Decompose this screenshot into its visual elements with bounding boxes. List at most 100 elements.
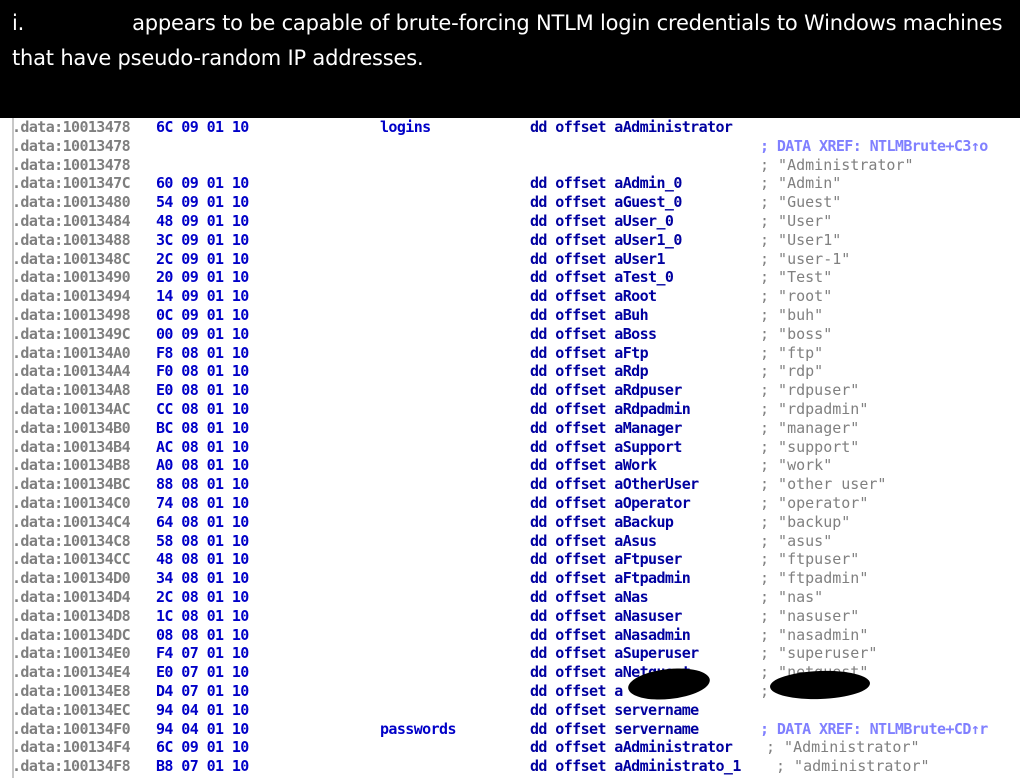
- row-comment: ; "nas": [760, 588, 824, 606]
- row-instruction[interactable]: dd offset aRoot: [530, 287, 657, 306]
- row-bytes: 6C 09 01 10: [156, 118, 249, 136]
- listing-row[interactable]: .data:100134B0 BC 08 01 10 dd offset aMana…: [0, 419, 1020, 438]
- listing-row[interactable]: .data:100134B4 AC 08 01 10 dd offset aSupp…: [0, 438, 1020, 457]
- listing-row[interactable]: .data:100134F8 B8 07 01 10 dd offset aAdmi…: [0, 757, 1020, 776]
- row-comment: ; "root": [760, 287, 833, 306]
- row-instruction[interactable]: dd offset aGuest_0: [530, 193, 682, 212]
- row-instruction[interactable]: dd offset aBoss: [530, 325, 657, 344]
- row-bytes: F4 07 01 10: [156, 644, 249, 663]
- row-bytes: 6C 09 01 10: [156, 738, 249, 757]
- listing-row[interactable]: .data:10013488 3C 09 01 10 dd offset aUser…: [0, 231, 1020, 250]
- row-instruction[interactable]: dd offset aOperator: [530, 494, 691, 513]
- listing-row[interactable]: .data:100134D8 1C 08 01 10 dd offset aNasu…: [0, 607, 1020, 626]
- row-bytes: 48 09 01 10: [156, 212, 249, 230]
- row-instruction[interactable]: dd offset aManager: [530, 419, 682, 438]
- row-instruction[interactable]: dd offset aAdmin_0: [530, 174, 682, 193]
- row-bytes: BC 08 01 10: [156, 418, 249, 437]
- listing-row[interactable]: .data:10013490 20 09 01 10 dd offset aTest…: [0, 268, 1020, 287]
- listing-row[interactable]: .data:10013494 14 09 01 10 dd offset aRoot…: [0, 287, 1020, 306]
- listing-row[interactable]: .data:100134DC 08 08 01 10 dd offset aNasa…: [0, 626, 1020, 645]
- row-instruction[interactable]: dd offset servername: [530, 720, 699, 739]
- row-address: .data:100134E8: [12, 682, 131, 700]
- row-label[interactable]: passwords: [380, 720, 456, 739]
- row-instruction[interactable]: dd offset aAdministrato_1: [530, 757, 741, 776]
- row-comment: ; "administrator": [776, 757, 930, 776]
- row-instruction[interactable]: dd offset a: [530, 682, 623, 701]
- listing-row[interactable]: .data:100134CC 48 08 01 10 dd offset aFtpu…: [0, 550, 1020, 569]
- row-instruction[interactable]: dd offset aRdpadmin: [530, 400, 691, 419]
- listing-row[interactable]: .data:1001349C 00 09 01 10 dd offset aBoss…: [0, 325, 1020, 344]
- row-instruction[interactable]: dd offset aAsus: [530, 532, 657, 551]
- listing-row[interactable]: .data:100134F4 6C 09 01 10 dd offset aAdmi…: [0, 738, 1020, 757]
- listing-row[interactable]: .data:10013498 0C 09 01 10 dd offset aBuh;…: [0, 306, 1020, 325]
- listing-row[interactable]: .data:1001347C 60 09 01 10 dd offset aAdmi…: [0, 174, 1020, 193]
- listing-row[interactable]: .data:100134D0 34 08 01 10 dd offset aFtpa…: [0, 569, 1020, 588]
- listing-row[interactable]: .data:100134C8 58 08 01 10 dd offset aAsus…: [0, 532, 1020, 551]
- row-instruction[interactable]: dd offset aFtp: [530, 344, 649, 363]
- row-instruction[interactable]: dd offset aFtpadmin: [530, 569, 691, 588]
- row-bytes: B8 07 01 10: [156, 757, 249, 776]
- row-bytes: CC 08 01 10: [156, 400, 249, 418]
- row-instruction[interactable]: dd offset aBuh: [530, 306, 649, 325]
- row-address: .data:10013478: [12, 118, 131, 136]
- row-instruction[interactable]: dd offset aUser1_0: [530, 231, 682, 250]
- listing-row[interactable]: .data:100134F0 94 04 01 10 passwords dd off…: [0, 720, 1020, 739]
- row-instruction[interactable]: dd offset aSuperuser: [530, 644, 699, 663]
- row-bytes: 3C 09 01 10: [156, 230, 249, 249]
- row-address: .data:100134C4: [12, 512, 131, 531]
- row-comment: ; "ftpuser": [760, 550, 860, 569]
- listing-row[interactable]: .data:1001348C 2C 09 01 10 dd offset aUser…: [0, 250, 1020, 269]
- row-instruction[interactable]: dd offset aSupport: [530, 438, 682, 457]
- row-address: .data:100134C0: [12, 494, 131, 512]
- row-instruction[interactable]: dd offset aBackup: [530, 513, 674, 532]
- listing-row[interactable]: .data:100134E0 F4 07 01 10 dd offset aSupe…: [0, 644, 1020, 663]
- row-address: .data:100134B4: [12, 437, 131, 456]
- row-address: .data:100134A4: [12, 362, 131, 381]
- caption-text: i. appears to be capable of brute-forcing…: [12, 6, 1012, 76]
- row-address: .data:100134CC: [12, 550, 131, 569]
- row-address: .data:10013490: [12, 268, 131, 287]
- row-instruction[interactable]: dd offset aTest_0: [530, 268, 674, 287]
- listing-row[interactable]: .data:100134AC CC 08 01 10 dd offset aRdpa…: [0, 400, 1020, 419]
- row-address: .data:10013484: [12, 212, 131, 230]
- listing-row[interactable]: .data:10013484 48 09 01 10 dd offset aUser…: [0, 212, 1020, 231]
- listing-row[interactable]: .data:100134D4 2C 08 01 10 dd offset aNas;…: [0, 588, 1020, 607]
- listing-row[interactable]: .data:10013480 54 09 01 10 dd offset aGues…: [0, 193, 1020, 212]
- row-instruction[interactable]: dd offset aNas: [530, 588, 649, 607]
- row-instruction[interactable]: dd offset servername: [530, 701, 699, 720]
- row-comment: ; "support": [760, 437, 860, 456]
- listing-row[interactable]: .data:10013478 ; DATA XREF: NTLMBrute+C3↑…: [0, 137, 1020, 156]
- row-bytes: 48 08 01 10: [156, 550, 249, 569]
- row-xref-comment[interactable]: ; DATA XREF: NTLMBrute+C3↑o: [760, 137, 988, 156]
- row-address: .data:100134E0: [12, 644, 131, 663]
- row-xref-comment[interactable]: ; DATA XREF: NTLMBrute+CD↑r: [760, 720, 988, 739]
- row-address: .data:100134AC: [12, 400, 131, 418]
- listing-row[interactable]: .data:100134C0 74 08 01 10 dd offset aOper…: [0, 494, 1020, 513]
- listing-row[interactable]: .data:100134A0 F8 08 01 10 dd offset aFtp;…: [0, 344, 1020, 363]
- listing-row[interactable]: .data:100134A8 E0 08 01 10 dd offset aRdpu…: [0, 381, 1020, 400]
- row-instruction[interactable]: dd offset aNasuser: [530, 607, 682, 626]
- row-label[interactable]: logins: [380, 118, 431, 137]
- row-instruction[interactable]: dd offset aAdministrator: [530, 738, 733, 757]
- row-address: .data:100134C8: [12, 531, 131, 550]
- listing-row[interactable]: .data:10013478 ; "Administrator": [0, 156, 1020, 175]
- row-bytes: 58 08 01 10: [156, 531, 249, 550]
- row-instruction[interactable]: dd offset aOtherUser: [530, 475, 699, 494]
- row-instruction[interactable]: dd offset aRdp: [530, 362, 649, 381]
- row-instruction[interactable]: dd offset aNasadmin: [530, 626, 691, 645]
- row-address: .data:10013480: [12, 193, 131, 212]
- row-comment: ; "Administrator": [766, 738, 920, 757]
- row-instruction[interactable]: dd offset aWork: [530, 456, 657, 475]
- listing-row[interactable]: .data:100134C4 64 08 01 10 dd offset aBack…: [0, 513, 1020, 532]
- listing-row[interactable]: .data:100134A4 F0 08 01 10 dd offset aRdp;…: [0, 362, 1020, 381]
- row-instruction[interactable]: dd offset aUser1: [530, 250, 666, 269]
- row-instruction[interactable]: dd offset aFtpuser: [530, 550, 682, 569]
- row-instruction[interactable]: dd offset aRdpuser: [530, 381, 682, 400]
- listing-row[interactable]: .data:100134EC 94 04 01 10 dd offset serve…: [0, 701, 1020, 720]
- row-instruction[interactable]: dd offset aUser_0: [530, 212, 674, 231]
- listing-row[interactable]: .data:10013478 6C 09 01 10 logins dd offset…: [0, 118, 1020, 137]
- row-instruction[interactable]: dd offset aAdministrator: [530, 118, 733, 137]
- listing-row[interactable]: .data:100134BC 88 08 01 10 dd offset aOthe…: [0, 475, 1020, 494]
- row-comment: ; "User": [760, 212, 833, 230]
- listing-row[interactable]: .data:100134B8 A0 08 01 10 dd offset aWork…: [0, 456, 1020, 475]
